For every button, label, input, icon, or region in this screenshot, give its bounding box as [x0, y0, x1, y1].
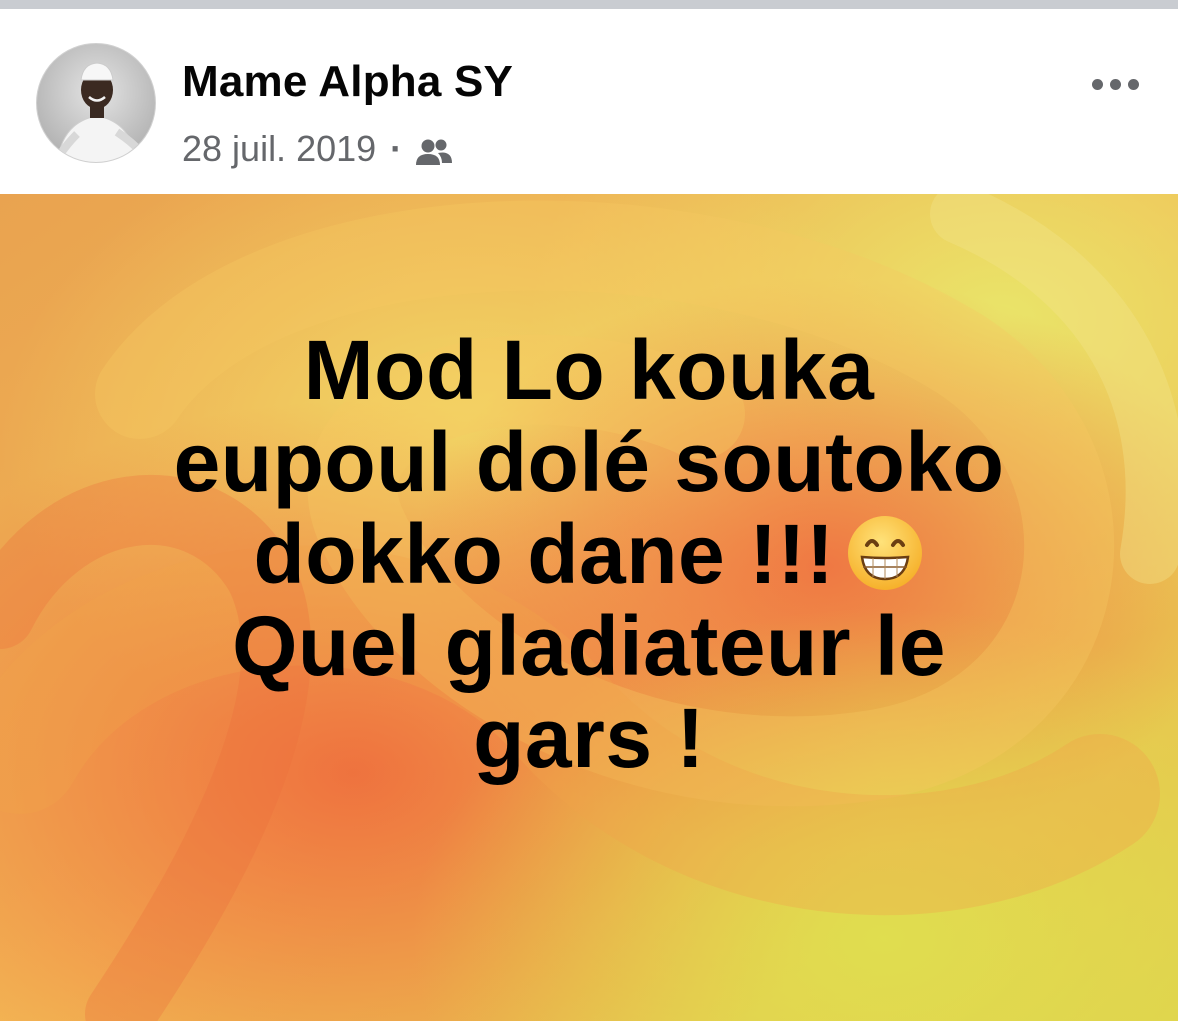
more-dot: [1109, 78, 1121, 90]
post-text: Mod Lo kouka eupoul dolé soutoko dokko d…: [0, 324, 1178, 784]
post-text-line: eupoul dolé soutoko: [173, 415, 1005, 509]
friends-icon[interactable]: [414, 134, 454, 165]
avatar-photo-icon: [37, 44, 155, 162]
post-background-text: Mod Lo kouka eupoul dolé soutoko dokko d…: [0, 194, 1178, 1021]
author-avatar[interactable]: [36, 43, 156, 163]
post-meta: 28 juil. 2019 ·: [182, 127, 454, 171]
more-options-icon[interactable]: [1080, 59, 1150, 109]
meta-separator: ·: [390, 128, 403, 169]
post-card: Mame Alpha SY 28 juil. 2019 · Mod Lo kou…: [0, 9, 1178, 1021]
more-dot: [1091, 78, 1103, 90]
grinning-face-emoji-icon: [845, 513, 925, 593]
top-divider: [0, 0, 1178, 9]
more-dot: [1127, 78, 1139, 90]
post-text-line-with-emoji: dokko dane !!!: [0, 508, 1178, 600]
post-header: Mame Alpha SY 28 juil. 2019 ·: [0, 9, 1178, 194]
author-name[interactable]: Mame Alpha SY: [182, 57, 513, 107]
post-text-line: Mod Lo kouka: [303, 323, 875, 417]
post-text-line: dokko dane !!!: [253, 507, 835, 601]
post-text-line: gars !: [473, 691, 705, 785]
post-text-line: Quel gladiateur le: [232, 599, 946, 693]
post-date[interactable]: 28 juil. 2019: [182, 128, 376, 170]
